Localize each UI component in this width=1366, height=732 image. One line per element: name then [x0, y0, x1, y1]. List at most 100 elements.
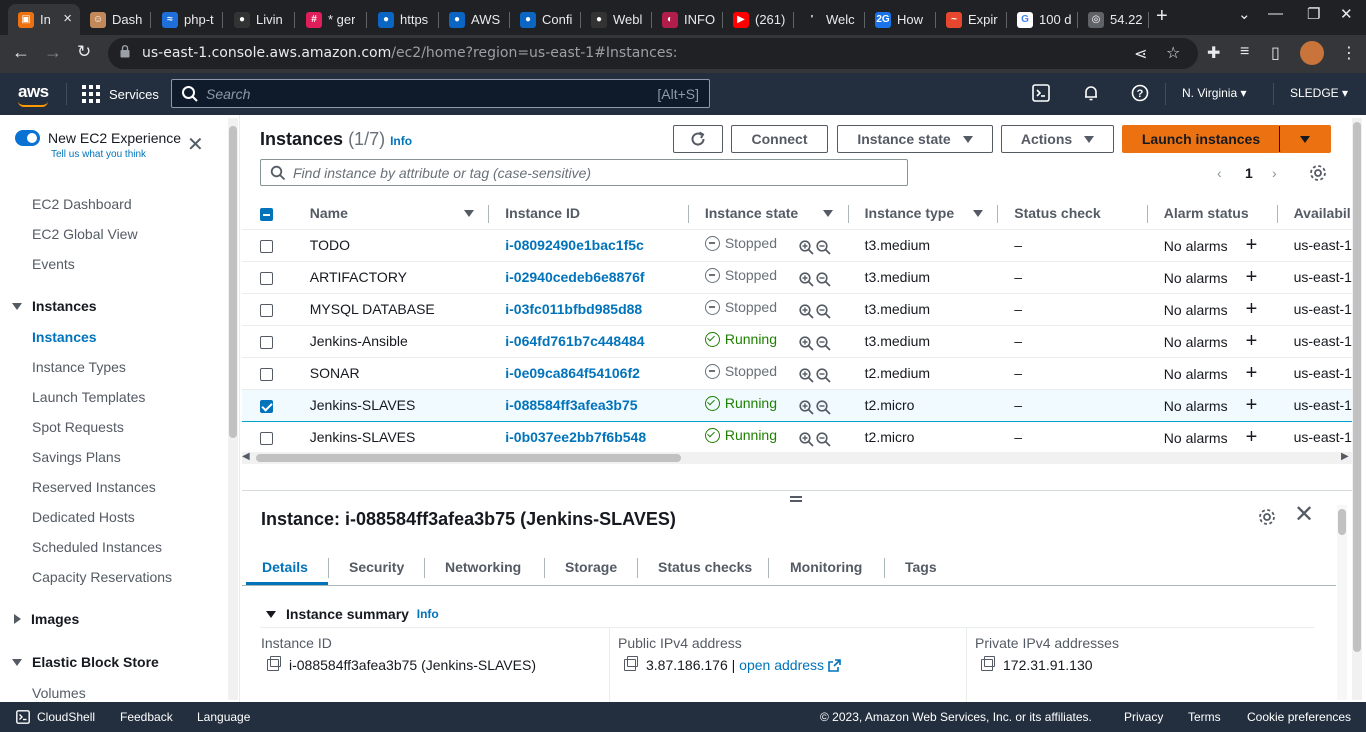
resize-handle-icon[interactable] [790, 496, 802, 502]
table-row[interactable]: Jenkins-SLAVES i-0b037ee2bb7f6b548 Running… [242, 421, 1352, 454]
row-checkbox[interactable] [260, 239, 273, 253]
new-experience-toggle[interactable] [15, 130, 40, 146]
row-checkbox[interactable] [260, 271, 273, 285]
row-checkbox-cell[interactable] [242, 229, 298, 262]
sort-caret-icon[interactable] [822, 210, 833, 217]
tab-networking[interactable]: Networking [445, 559, 521, 575]
row-checkbox[interactable] [260, 431, 273, 445]
previous-page-icon[interactable]: ‹ [1217, 165, 1222, 181]
browser-tab[interactable]: ● Confi [510, 4, 581, 35]
close-sidebar-icon[interactable]: ✕ [187, 135, 204, 155]
add-alarm-icon[interactable]: + [1246, 330, 1258, 352]
instance-id-link[interactable]: i-08092490e1bac1f5c [505, 237, 644, 253]
browser-tab[interactable]: # * ger [296, 4, 367, 35]
browser-tab[interactable]: ◐ INFO [652, 4, 723, 35]
sidebar-item-scheduled-instances[interactable]: Scheduled Instances [32, 539, 162, 555]
sidebar-item-ec2-global-view[interactable]: EC2 Global View [32, 226, 138, 242]
open-address-link[interactable]: open address [739, 657, 824, 673]
profile-avatar[interactable] [1300, 41, 1324, 65]
side-panel-icon[interactable]: ▯ [1271, 43, 1280, 63]
table-row[interactable]: Jenkins-Ansible i-064fd761b7c448484 Runnin… [242, 325, 1352, 358]
feedback-link[interactable]: Feedback [120, 710, 173, 724]
cookie-preferences-link[interactable]: Cookie preferences [1247, 710, 1351, 724]
row-checkbox-cell[interactable] [242, 261, 298, 294]
browser-tab[interactable]: ● AWS [439, 4, 510, 35]
language-link[interactable]: Language [197, 710, 250, 724]
add-alarm-icon[interactable]: + [1246, 426, 1258, 448]
zoom-in-icon[interactable] [799, 240, 814, 255]
add-alarm-icon[interactable]: + [1246, 266, 1258, 288]
instance-id-link[interactable]: i-03fc011bfbd985d88 [505, 301, 642, 317]
restore-icon[interactable]: ❐ [1307, 5, 1320, 23]
row-checkbox-cell[interactable] [242, 388, 298, 422]
sidebar-section-images[interactable]: Images [12, 611, 79, 627]
browser-tab[interactable]: ◎ 54.22 [1078, 4, 1149, 35]
table-horizontal-scrollbar[interactable] [242, 452, 1352, 464]
tab-close-icon[interactable]: × [63, 10, 72, 27]
minimize-icon[interactable]: — [1268, 5, 1283, 22]
tab-status-checks[interactable]: Status checks [658, 559, 752, 575]
zoom-out-icon[interactable] [816, 240, 831, 255]
sidebar-item-ec2-dashboard[interactable]: EC2 Dashboard [32, 196, 132, 212]
help-icon[interactable]: ? [1131, 84, 1149, 102]
add-alarm-icon[interactable]: + [1246, 234, 1258, 256]
actions-button[interactable]: Actions [1001, 125, 1114, 153]
sidebar-item-reserved-instances[interactable]: Reserved Instances [32, 479, 156, 495]
add-alarm-icon[interactable]: + [1246, 362, 1258, 384]
connect-button[interactable]: Connect [731, 125, 828, 153]
details-gear-icon[interactable] [1258, 508, 1276, 526]
bookmark-star-icon[interactable]: ☆ [1166, 43, 1180, 63]
browser-tab[interactable]: ● Webl [581, 4, 652, 35]
instance-id-link[interactable]: i-0b037ee2bb7f6b548 [505, 429, 646, 445]
zoom-out-icon[interactable] [816, 432, 831, 447]
details-close-icon[interactable]: ✕ [1294, 503, 1314, 527]
zoom-in-icon[interactable] [799, 304, 814, 319]
table-row[interactable]: MYSQL DATABASE i-03fc011bfbd985d88 Stopped… [242, 293, 1352, 326]
sidebar-item-events[interactable]: Events [32, 256, 75, 272]
bell-icon[interactable] [1082, 84, 1100, 102]
page-scrollbar[interactable] [1352, 118, 1362, 700]
zoom-in-icon[interactable] [799, 432, 814, 447]
sidebar-item-volumes[interactable]: Volumes [32, 685, 86, 701]
tab-search-icon[interactable]: ⌄ [1238, 5, 1251, 23]
browser-tab[interactable]: ≈ php-t [152, 4, 223, 35]
row-checkbox-cell[interactable] [242, 293, 298, 326]
address-bar[interactable]: us-east-1.console.aws.amazon.com/ec2/hom… [108, 38, 1198, 69]
tab-monitoring[interactable]: Monitoring [790, 559, 862, 575]
column-header-availability-zone[interactable]: Availabil [1277, 198, 1352, 230]
browser-tab[interactable]: ▣ In × [8, 4, 80, 35]
browser-tab[interactable]: ▶ (261) [723, 4, 794, 35]
region-selector[interactable]: N. Virginia ▾ [1182, 86, 1247, 100]
zoom-in-icon[interactable] [799, 400, 814, 415]
summary-info-link[interactable]: Info [417, 607, 439, 621]
refresh-button[interactable] [673, 125, 723, 153]
sort-caret-icon[interactable] [463, 210, 474, 217]
tab-tags[interactable]: Tags [905, 559, 937, 575]
sidebar-item-launch-templates[interactable]: Launch Templates [32, 389, 145, 405]
instance-id-link[interactable]: i-02940cedeb6e8876f [505, 269, 644, 285]
info-link[interactable]: Info [390, 134, 412, 148]
split-divider[interactable] [242, 490, 1352, 491]
browser-tab[interactable]: ● Livin [224, 4, 295, 35]
zoom-out-icon[interactable] [816, 368, 831, 383]
search-input[interactable]: Search [Alt+S] [171, 79, 710, 108]
back-icon[interactable]: ← [12, 42, 30, 63]
add-alarm-icon[interactable]: + [1246, 298, 1258, 320]
close-window-icon[interactable]: ✕ [1340, 5, 1353, 23]
privacy-link[interactable]: Privacy [1124, 710, 1163, 724]
select-all-checkbox[interactable] [260, 208, 273, 222]
zoom-out-icon[interactable] [816, 400, 831, 415]
instance-id-link[interactable]: i-088584ff3afea3b75 [505, 397, 637, 413]
row-checkbox[interactable] [260, 399, 273, 413]
terms-link[interactable]: Terms [1188, 710, 1221, 724]
scroll-right-icon[interactable]: ▶ [1341, 451, 1349, 462]
cloudshell-link[interactable]: CloudShell [37, 710, 95, 724]
sidebar-item-instance-types[interactable]: Instance Types [32, 359, 126, 375]
external-link-icon[interactable] [828, 658, 841, 672]
row-checkbox[interactable] [260, 367, 273, 381]
browser-tab[interactable]: 2G How [865, 4, 936, 35]
add-alarm-icon[interactable]: + [1246, 394, 1258, 416]
sidebar-item-instances[interactable]: Instances [32, 329, 97, 345]
select-all-checkbox-cell[interactable] [242, 198, 298, 230]
tab-details[interactable]: Details [262, 559, 308, 575]
